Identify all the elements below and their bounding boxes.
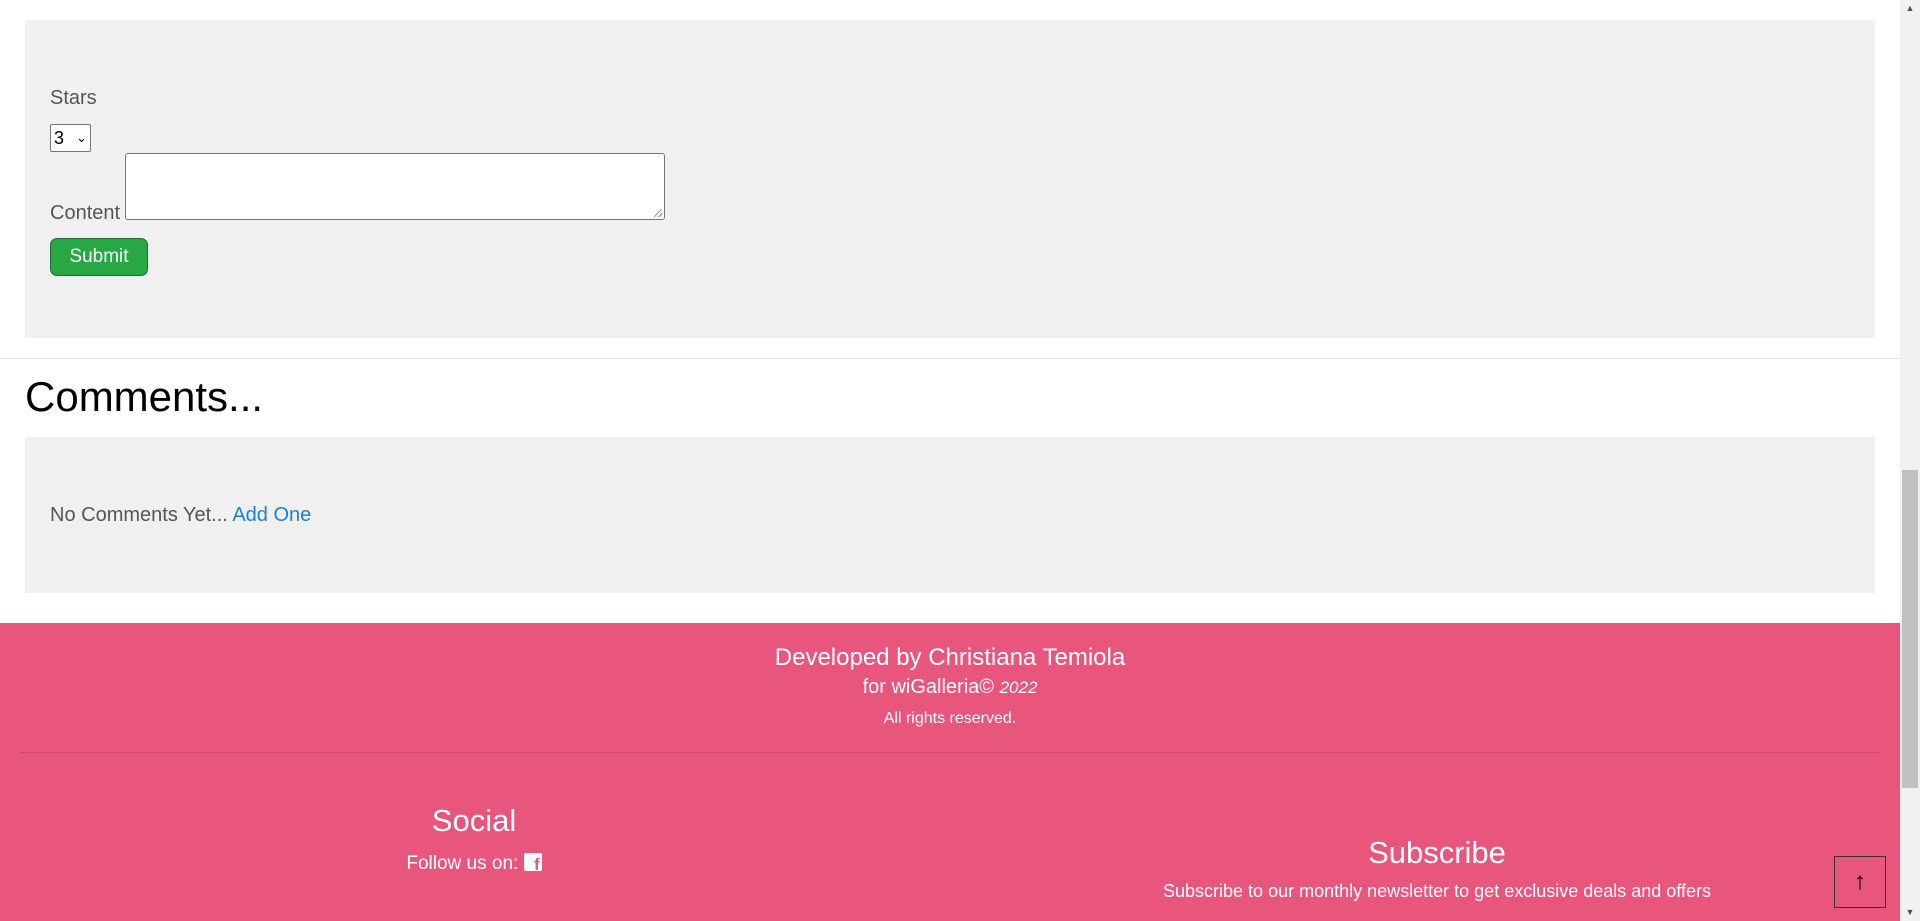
no-comments-message: No Comments Yet... Add One [50,504,311,527]
stars-select[interactable]: 3 ⌄ [50,124,91,152]
comments-heading: Comments... [25,373,264,420]
subscribe-heading: Subscribe [1368,835,1506,870]
stars-label: Stars [50,87,97,109]
review-form: Stars 3 ⌄ Content Submit [25,20,1875,338]
chevron-down-icon: ⌄ [76,130,87,145]
rights-text: All rights reserved. [883,710,1017,727]
arrow-up-icon: ↑ [1854,868,1866,895]
subscribe-description: Subscribe to our monthly newsletter to g… [1163,881,1711,901]
footer: Developed by Christiana Temiola for wiGa… [0,623,1900,921]
developer-credit: Developed by Christiana Temiola [774,644,1126,671]
vertical-scrollbar[interactable]: ▲ ▼ [1900,0,1920,921]
page: Stars 3 ⌄ Content Submit Comments... No … [0,0,1900,921]
submit-button[interactable]: Submit [50,238,148,276]
footer-divider [20,752,1880,753]
copyright-year: 2022 [999,678,1038,697]
section-divider [0,358,1900,359]
site-credit-text: for wiGalleria© [862,676,995,698]
comments-panel: No Comments Yet... Add One [25,437,1875,593]
follow-us: Follow us on: f [274,853,674,875]
add-comment-link[interactable]: Add One [232,504,311,526]
social-heading: Social [431,803,517,838]
follow-text: Follow us on: [406,853,519,874]
stars-select-value: 3 [54,128,65,148]
scroll-down-icon[interactable]: ▼ [1900,904,1920,921]
site-credit: for wiGalleria© 2022 [0,676,1900,699]
facebook-icon[interactable]: f [523,853,542,871]
no-comments-text: No Comments Yet... [50,504,228,526]
content-textarea[interactable] [125,153,665,220]
scroll-thumb[interactable] [1902,470,1918,788]
resize-handle-icon[interactable] [654,209,662,217]
content-label: Content [50,202,121,224]
scroll-up-icon[interactable]: ▲ [1900,0,1920,17]
back-to-top-button[interactable]: ↑ [1834,856,1886,908]
